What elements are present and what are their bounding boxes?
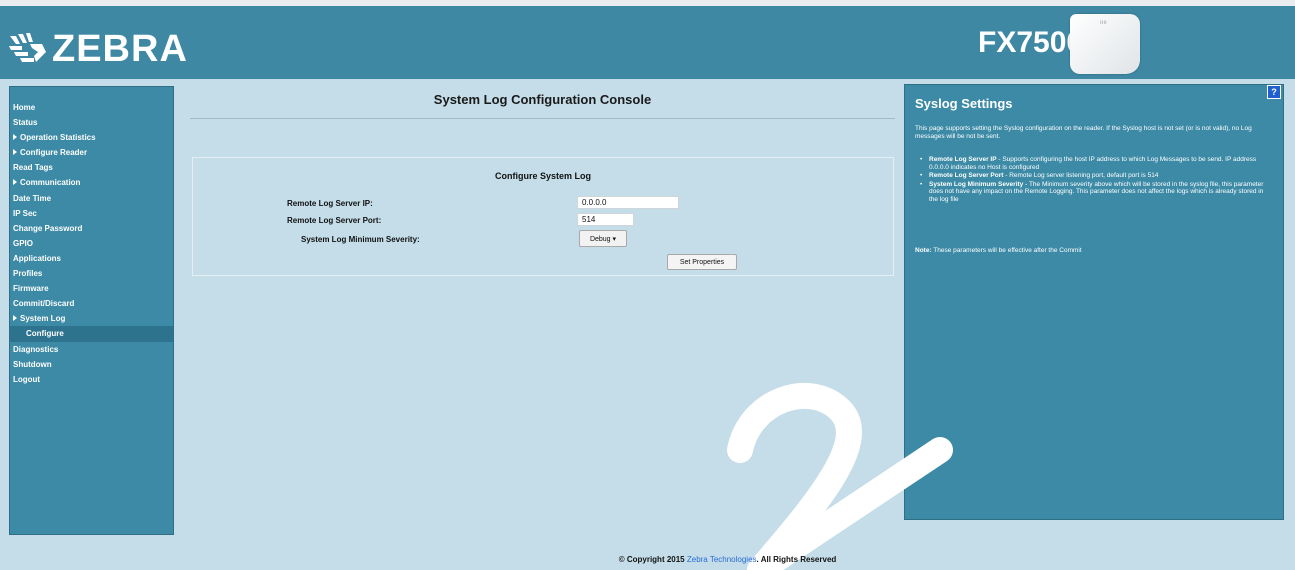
sidebar-item-label: Change Password [13, 223, 83, 233]
help-intro: This page supports setting the Syslog co… [915, 125, 1252, 140]
sidebar-nav: Home Status Operation Statistics Configure … [9, 86, 174, 535]
help-note: Note: These parameters will be effective… [915, 247, 1271, 255]
remote-log-server-ip-input[interactable] [577, 196, 679, 209]
remote-log-server-port-label: Remote Log Server Port: [287, 216, 382, 225]
expand-arrow-icon [13, 179, 17, 186]
sidebar-item-home[interactable]: Home [10, 100, 173, 115]
sidebar-item-label: Read Tags [13, 163, 53, 173]
sidebar-item-label: Firmware [13, 284, 49, 294]
chevron-down-icon: ▾ [612, 236, 617, 243]
reader-device-image: ıııı [1070, 14, 1140, 74]
help-item: Remote Log Server Port - Remote Log serv… [920, 172, 1271, 180]
sidebar-item-logout[interactable]: Logout [10, 372, 173, 387]
sidebar-item-configure-reader[interactable]: Configure Reader [10, 145, 173, 160]
sidebar-item-applications[interactable]: Applications [10, 251, 173, 266]
nav-list: Home Status Operation Statistics Configure … [10, 87, 173, 387]
help-panel: ? Syslog Settings This page supports set… [904, 84, 1284, 520]
sidebar-item-label: Commit/Discard [13, 299, 75, 309]
sidebar-item-label: Communication [20, 178, 81, 188]
footer-prefix: © Copyright 2015 [618, 555, 687, 564]
sidebar-item-communication[interactable]: Communication [10, 175, 173, 190]
sidebar-item-label: System Log [20, 314, 66, 324]
logo-text: ZEBRA [52, 28, 188, 70]
sidebar-item-label: Configure Reader [20, 148, 88, 158]
help-question-icon[interactable]: ? [1267, 85, 1281, 99]
remote-log-server-ip-label: Remote Log Server IP: [287, 199, 373, 208]
zebra-head-icon [9, 32, 46, 62]
help-item: System Log Minimum Severity - The Minimu… [920, 180, 1271, 204]
sidebar-item-label: GPIO [13, 238, 34, 248]
remote-log-server-port-input[interactable] [577, 213, 634, 226]
sidebar-item-label: Operation Statistics [20, 133, 96, 143]
page-title: System Log Configuration Console [433, 92, 652, 107]
sidebar-item-date-time[interactable]: Date Time [10, 191, 173, 206]
sidebar-item-label: Home [13, 103, 36, 112]
severity-select[interactable]: Debug ▾ [579, 230, 627, 247]
expand-arrow-icon [13, 315, 17, 322]
model-name: FX7500 [978, 26, 1084, 59]
sidebar-item-configure[interactable]: Configure [10, 326, 173, 342]
help-title: Syslog Settings [915, 96, 1013, 111]
sidebar-item-diagnostics[interactable]: Diagnostics [10, 342, 173, 357]
help-item-term: Remote Log Server Port [929, 172, 1004, 179]
help-item-term: System Log Minimum Severity [929, 180, 1024, 188]
help-note-label: Note: [915, 247, 932, 254]
sidebar-item-status[interactable]: Status [10, 115, 173, 130]
sidebar-item-operation-statistics[interactable]: Operation Statistics [10, 130, 173, 145]
expand-arrow-icon [13, 134, 17, 141]
sidebar-item-label: Date Time [13, 193, 52, 203]
help-list: Remote Log Server IP - Supports configur… [920, 156, 1271, 204]
header-banner: ZEBRA FX7500 ıııı [0, 6, 1295, 79]
sidebar-item-profiles[interactable]: Profiles [10, 266, 173, 281]
zebra-technologies-link[interactable]: Zebra Technologies [687, 555, 757, 564]
sidebar-item-label: Status [13, 118, 38, 128]
sidebar-item-change-password[interactable]: Change Password [10, 221, 173, 236]
set-properties-button[interactable]: Set Properties [667, 254, 737, 270]
expand-arrow-icon [13, 149, 17, 156]
help-item-term: Remote Log Server IP [929, 156, 997, 163]
help-note-text: These parameters will be effective after… [931, 247, 1082, 254]
sidebar-item-ip-sec[interactable]: IP Sec [10, 206, 173, 221]
footer: © Copyright 2015 Zebra Technologies. All… [0, 555, 1295, 564]
severity-selected-value: Debug [589, 236, 611, 243]
panel-title: Configure System Log [494, 171, 591, 181]
sidebar-item-read-tags[interactable]: Read Tags [10, 160, 173, 175]
configure-system-log-panel: Configure System Log Remote Log Server I… [192, 157, 894, 276]
sidebar-item-system-log[interactable]: System Log [10, 311, 173, 326]
sidebar-item-shutdown[interactable]: Shutdown [10, 357, 173, 372]
sidebar-item-commit-discard[interactable]: Commit/Discard [10, 296, 173, 311]
footer-suffix: . All Rights Reserved [756, 555, 837, 564]
help-item: Remote Log Server IP - Supports configur… [920, 156, 1271, 171]
sidebar-item-label: Shutdown [13, 359, 52, 369]
system-log-minimum-severity-label: System Log Minimum Severity: [301, 235, 420, 244]
sidebar-item-label: IP Sec [13, 208, 37, 218]
sidebar-item-gpio[interactable]: GPIO [10, 236, 173, 251]
sidebar-item-label: Logout [13, 374, 41, 384]
sidebar-item-label: Diagnostics [13, 344, 59, 354]
sidebar-item-firmware[interactable]: Firmware [10, 281, 173, 296]
help-item-desc: - Remote Log server listening port, defa… [1003, 172, 1159, 179]
sidebar-item-label: Profiles [13, 269, 43, 279]
title-divider [190, 118, 895, 119]
zebra-logo: ZEBRA [6, 28, 188, 71]
sidebar-item-label: Applications [13, 253, 62, 263]
sidebar-item-label: Configure [26, 329, 64, 339]
